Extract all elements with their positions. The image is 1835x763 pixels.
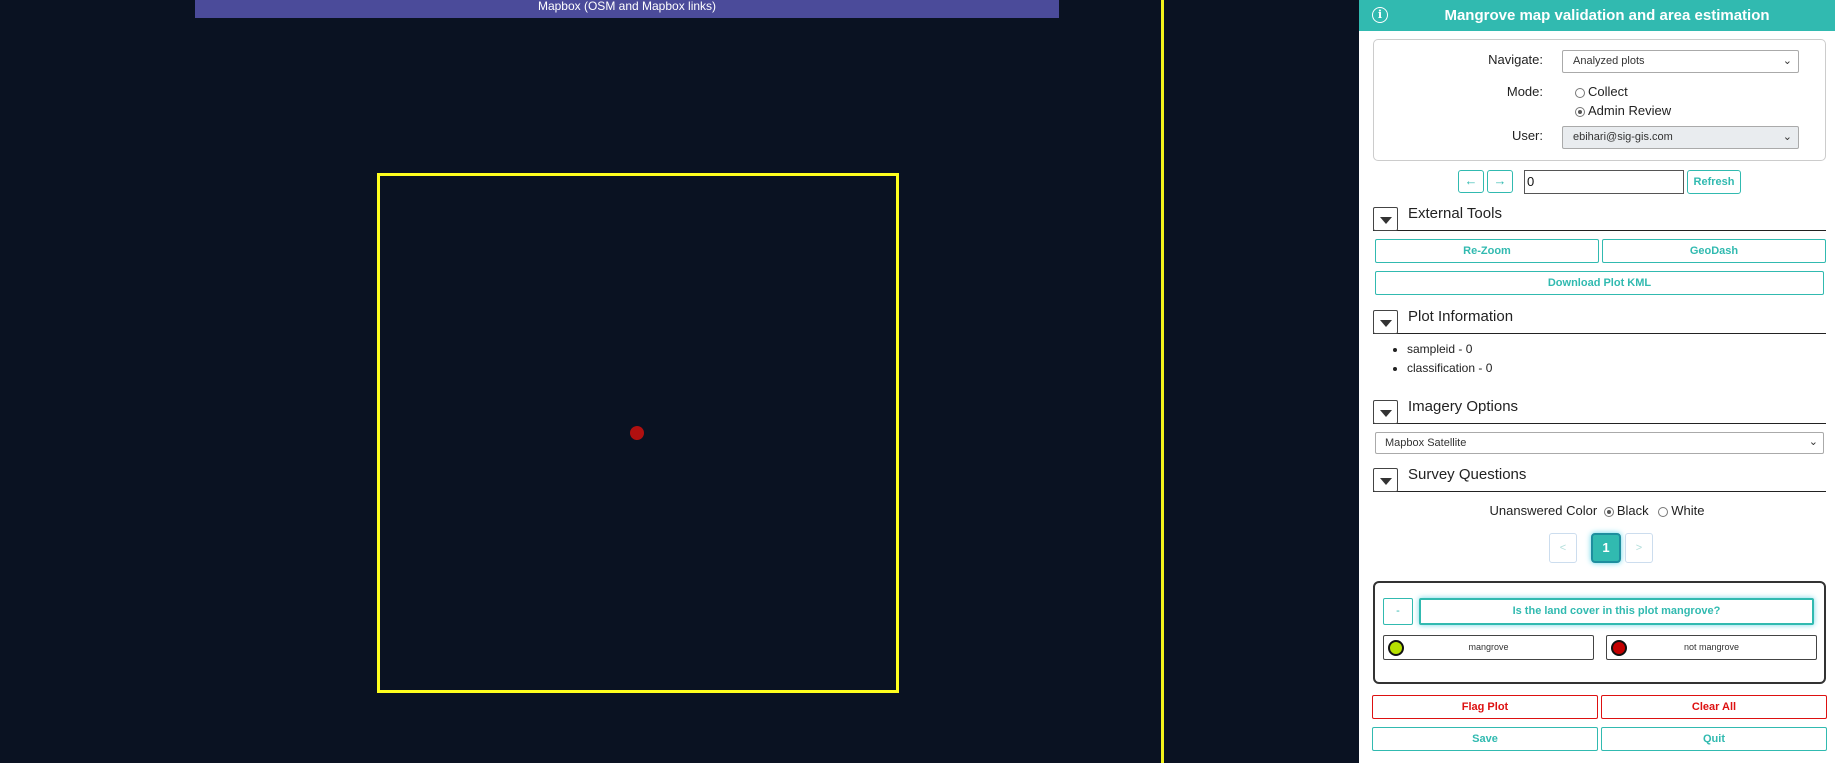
page-1-button[interactable]: 1 <box>1591 533 1621 563</box>
radio-collect[interactable] <box>1575 87 1585 98</box>
section-imagery-options[interactable]: Imagery Options <box>1373 396 1826 424</box>
mode-option-collect[interactable]: Collect <box>1575 84 1628 99</box>
survey-question-card: - Is the land cover in this plot mangrov… <box>1373 581 1826 684</box>
plot-center-point[interactable] <box>630 426 644 440</box>
section-plot-information[interactable]: Plot Information <box>1373 306 1826 334</box>
user-value: ebihari@sig-gis.com <box>1573 131 1673 143</box>
plot-info-list: sampleid - 0 classification - 0 <box>1407 342 1492 380</box>
chevron-down-icon: ⌄ <box>1808 436 1818 448</box>
chevron-down-icon: ⌄ <box>1782 55 1792 67</box>
page-next-button[interactable]: > <box>1625 533 1653 563</box>
plot-id-input[interactable]: 0 <box>1524 170 1684 194</box>
section-title: External Tools <box>1408 205 1502 222</box>
question-text[interactable]: Is the land cover in this plot mangrove? <box>1419 598 1814 625</box>
navigate-label: Navigate: <box>1488 52 1543 67</box>
clear-all-button[interactable]: Clear All <box>1601 695 1827 719</box>
page-prev-button[interactable]: < <box>1549 533 1577 563</box>
section-title: Imagery Options <box>1408 398 1519 415</box>
map-boundary-line <box>1161 0 1164 763</box>
mode-label: Mode: <box>1506 84 1543 99</box>
rezoom-button[interactable]: Re-Zoom <box>1375 239 1599 263</box>
sidebar-title: Mangrove map validation and area estimat… <box>1444 7 1770 24</box>
question-collapse-button[interactable]: - <box>1383 598 1413 625</box>
radio-white-label: White <box>1671 503 1705 518</box>
collapse-toggle-icon[interactable] <box>1373 468 1398 492</box>
info-icon[interactable]: i <box>1372 7 1388 23</box>
geodash-button[interactable]: GeoDash <box>1602 239 1826 263</box>
flag-plot-button[interactable]: Flag Plot <box>1372 695 1598 719</box>
navigate-select[interactable]: Analyzed plots ⌄ <box>1562 50 1799 73</box>
user-label: User: <box>1511 128 1543 143</box>
refresh-button[interactable]: Refresh <box>1687 170 1741 194</box>
user-select[interactable]: ebihari@sig-gis.com ⌄ <box>1562 126 1799 149</box>
quit-button[interactable]: Quit <box>1601 727 1827 751</box>
map-view[interactable]: Mapbox (OSM and Mapbox links) <box>0 0 1359 763</box>
section-external-tools[interactable]: External Tools <box>1373 203 1826 231</box>
sidebar: i Mangrove map validation and area estim… <box>1359 0 1835 763</box>
map-attribution[interactable]: Mapbox (OSM and Mapbox links) <box>195 0 1059 18</box>
navigation-panel: Navigate: Analyzed plots ⌄ Mode: Collect… <box>1373 39 1826 161</box>
list-item: sampleid - 0 <box>1407 342 1492 356</box>
prev-plot-button[interactable]: ← <box>1458 170 1484 193</box>
arrow-left-icon: ← <box>1464 173 1478 188</box>
radio-admin-review[interactable] <box>1575 106 1585 117</box>
section-title: Survey Questions <box>1408 466 1527 483</box>
mode-option-admin-review[interactable]: Admin Review <box>1575 103 1671 118</box>
download-kml-button[interactable]: Download Plot KML <box>1375 271 1824 295</box>
answer-color-icon <box>1388 640 1404 656</box>
chevron-down-icon: ⌄ <box>1782 131 1792 143</box>
list-item: classification - 0 <box>1407 361 1492 375</box>
collapse-toggle-icon[interactable] <box>1373 310 1398 334</box>
answer-color-icon <box>1611 640 1627 656</box>
mode-collect-label: Collect <box>1588 84 1628 99</box>
section-title: Plot Information <box>1408 308 1514 325</box>
radio-black-label: Black <box>1616 503 1649 518</box>
answer-label: not mangrove <box>1683 642 1740 652</box>
radio-black[interactable] <box>1603 506 1614 517</box>
answer-label: mangrove <box>1468 642 1509 652</box>
unanswered-color-label: Unanswered Color <box>1489 503 1598 518</box>
next-plot-button[interactable]: → <box>1487 170 1513 193</box>
section-survey-questions[interactable]: Survey Questions <box>1373 464 1826 492</box>
mode-admin-review-label: Admin Review <box>1588 103 1672 118</box>
radio-white[interactable] <box>1658 506 1669 517</box>
answer-not-mangrove-button[interactable]: not mangrove <box>1606 635 1817 660</box>
imagery-select[interactable]: Mapbox Satellite ⌄ <box>1375 432 1824 454</box>
save-button[interactable]: Save <box>1372 727 1598 751</box>
arrow-right-icon: → <box>1493 173 1507 188</box>
unanswered-color-row: Unanswered Color Black White <box>1359 503 1835 518</box>
collapse-toggle-icon[interactable] <box>1373 400 1398 424</box>
navigate-value: Analyzed plots <box>1573 55 1645 67</box>
imagery-value: Mapbox Satellite <box>1385 437 1467 449</box>
collapse-toggle-icon[interactable] <box>1373 207 1398 231</box>
sidebar-header: i Mangrove map validation and area estim… <box>1359 0 1835 31</box>
answer-mangrove-button[interactable]: mangrove <box>1383 635 1594 660</box>
